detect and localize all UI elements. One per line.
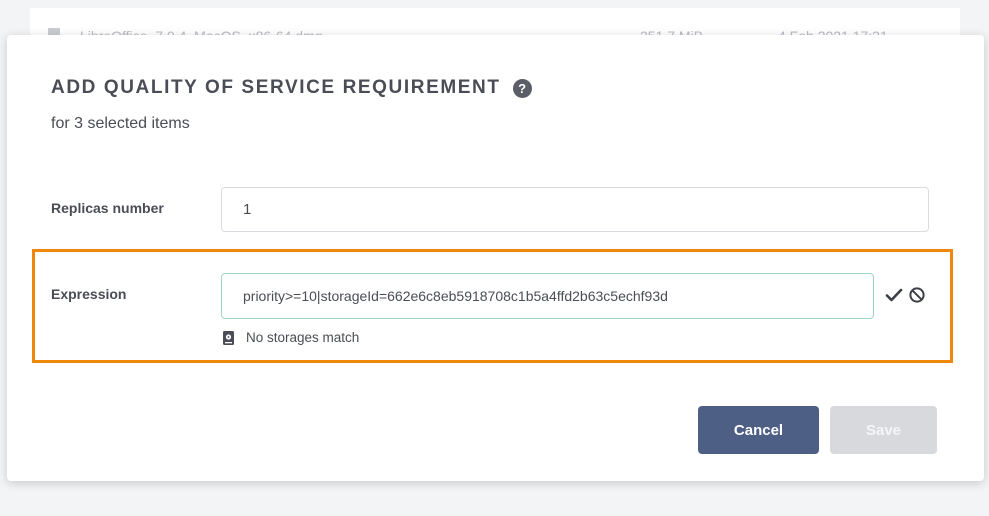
cancel-button[interactable]: Cancel xyxy=(698,406,819,454)
expression-highlight xyxy=(32,249,953,363)
help-icon[interactable]: ? xyxy=(512,78,532,98)
replicas-label: Replicas number xyxy=(51,200,164,216)
modal-header: ADD QUALITY OF SERVICE REQUIREMENT ? xyxy=(51,77,532,99)
save-button[interactable]: Save xyxy=(830,406,937,454)
modal-title: ADD QUALITY OF SERVICE REQUIREMENT xyxy=(51,77,501,98)
replicas-input[interactable] xyxy=(221,187,929,232)
modal-subtitle: for 3 selected items xyxy=(51,115,190,132)
